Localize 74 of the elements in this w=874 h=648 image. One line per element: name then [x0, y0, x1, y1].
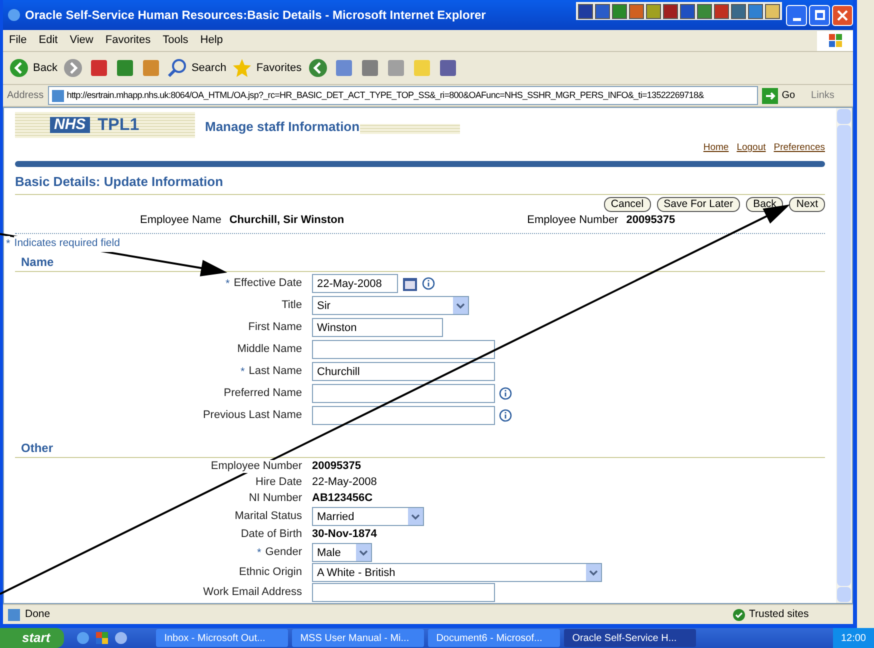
text-field[interactable]: [312, 406, 495, 426]
close-button[interactable]: [832, 4, 853, 26]
header-link[interactable]: Logout: [736, 141, 766, 156]
go-button[interactable]: Go: [762, 88, 796, 104]
action-button[interactable]: Next: [789, 196, 825, 212]
nhs-logo-banner: NHS TPL1: [15, 112, 195, 138]
info-icon[interactable]: [422, 277, 435, 290]
desktop-icon[interactable]: [95, 631, 110, 645]
start-button[interactable]: start: [0, 628, 64, 648]
text-field[interactable]: Winston: [312, 318, 443, 338]
app-title: Manage staff Information: [205, 118, 360, 136]
field-value: 30-Nov-1874: [312, 528, 377, 542]
info-icon[interactable]: [499, 409, 512, 422]
favorites-button[interactable]: Favorites: [232, 58, 302, 78]
taskbar-task[interactable]: Oracle Self-Service H...: [564, 629, 696, 647]
menu-item[interactable]: Favorites: [99, 32, 157, 49]
security-zone: Trusted sites: [749, 606, 810, 622]
forward-icon: [63, 58, 84, 78]
taskbar-task[interactable]: Inbox - Microsoft Out...: [156, 629, 288, 647]
action-button[interactable]: Cancel: [604, 196, 651, 212]
action-button[interactable]: Save For Later: [656, 196, 740, 212]
dropdown[interactable]: A White - British: [312, 563, 602, 582]
text-field[interactable]: [312, 340, 495, 360]
field-value: AB123456C: [312, 492, 373, 506]
dropdown[interactable]: Married: [312, 507, 424, 526]
employee-name-label: Employee Name: [140, 213, 222, 228]
employee-number: 20095375: [626, 213, 676, 228]
menu-item[interactable]: View: [64, 32, 100, 49]
status-text: Done: [25, 606, 52, 622]
text-field[interactable]: [312, 384, 495, 404]
field-value: 20095375: [312, 460, 361, 474]
text-field[interactable]: [312, 583, 495, 602]
info-icon[interactable]: [499, 387, 512, 400]
links-label[interactable]: Links: [811, 88, 834, 103]
back-button[interactable]: Back: [9, 58, 58, 78]
calendar-icon[interactable]: [402, 276, 418, 292]
search-button[interactable]: Search: [167, 58, 226, 78]
minimize-button[interactable]: [786, 4, 807, 26]
close-icon: [837, 10, 848, 20]
check-icon: [733, 608, 745, 620]
text-field[interactable]: Churchill: [312, 362, 495, 382]
maximize-icon: [814, 10, 824, 20]
menu-item[interactable]: Tools: [156, 32, 194, 49]
page-title: Basic Details: Update Information: [15, 173, 224, 192]
dropdown[interactable]: Sir: [312, 296, 469, 316]
clock: 12:00: [832, 628, 874, 648]
maximize-button[interactable]: [809, 4, 830, 26]
header-link[interactable]: Home: [703, 141, 729, 156]
field-label: Ethnic Origin: [239, 566, 302, 580]
employee-name: Churchill, Sir Winston: [229, 213, 344, 228]
back-icon: [9, 58, 29, 78]
employee-number-label: Employee Number: [527, 212, 618, 228]
minimize-icon: [792, 18, 800, 20]
scrollbar[interactable]: [836, 108, 852, 603]
header-link[interactable]: Preferences: [774, 141, 825, 156]
windows-logo-icon: [817, 30, 853, 50]
search-icon: [167, 58, 188, 78]
address-field[interactable]: http://esrtrain.mhapp.nhs.uk:8064/OA_HTML/OA.jsp?_rc=HR_BASIC_DET_ACT_TYPE_TOP_SS&_ri=800&OAFunc=NHS_SSHR_MGR_PERS_INFO&_ti=13522269718&: [48, 86, 758, 105]
taskbar-task[interactable]: MSS User Manual - Mi...: [292, 629, 424, 647]
address-label: Address: [7, 89, 44, 103]
taskbar-task[interactable]: Document6 - Microsof...: [428, 629, 560, 647]
window-title: Oracle Self-Service Human Resources:Basic Details - Microsoft Internet Explorer: [25, 7, 486, 24]
field-value: 22-May-2008: [312, 476, 377, 490]
page-icon: [50, 88, 65, 102]
menu-item[interactable]: Help: [194, 32, 229, 49]
forward-button[interactable]: [63, 58, 84, 78]
favorites-icon: [232, 58, 252, 78]
page-icon: [7, 608, 21, 622]
dropdown[interactable]: Male: [312, 543, 372, 562]
field-label: Employee Number: [210, 460, 302, 474]
required-note: Indicates required field: [14, 236, 120, 252]
menu-item[interactable]: Edit: [32, 32, 64, 49]
menu-item[interactable]: File: [3, 32, 33, 49]
date-field[interactable]: 22-May-2008: [312, 274, 398, 294]
